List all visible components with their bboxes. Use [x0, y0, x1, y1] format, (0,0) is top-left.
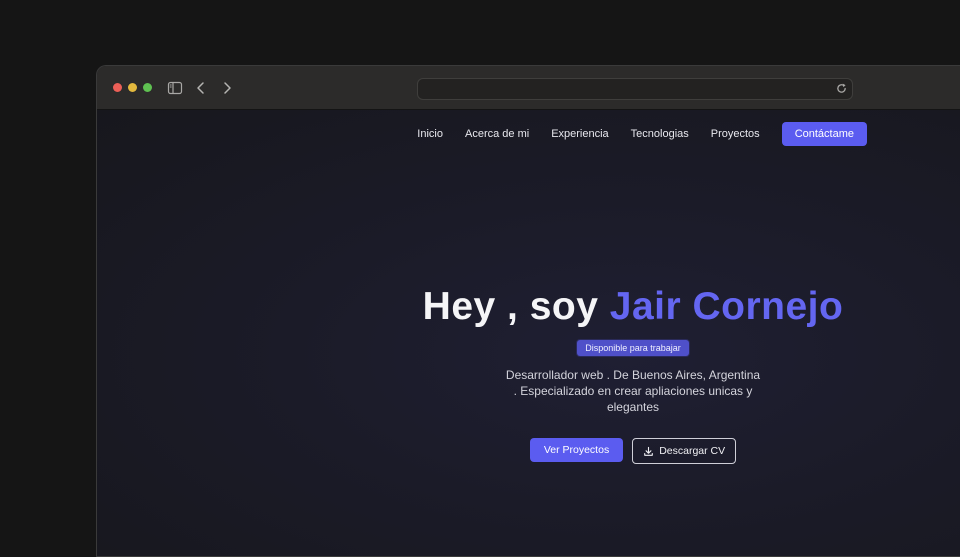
- browser-titlebar: [97, 66, 960, 110]
- download-icon: [644, 446, 654, 456]
- address-bar[interactable]: [417, 78, 853, 100]
- nav-link-experiencia[interactable]: Experiencia: [551, 128, 608, 140]
- hero-title-name: Jair Cornejo: [609, 285, 844, 328]
- hero-title-prefix: Hey , soy: [422, 285, 610, 328]
- browser-window: Inicio Acerca de mi Experiencia Tecnolog…: [96, 65, 960, 557]
- back-arrow-icon[interactable]: [193, 80, 209, 96]
- minimize-window-button[interactable]: [128, 83, 137, 92]
- download-cv-button[interactable]: Descargar CV: [632, 438, 737, 464]
- top-navigation: Inicio Acerca de mi Experiencia Tecnolog…: [395, 122, 867, 146]
- nav-link-inicio[interactable]: Inicio: [417, 128, 443, 140]
- page-content: Inicio Acerca de mi Experiencia Tecnolog…: [97, 110, 960, 556]
- view-projects-button[interactable]: Ver Proyectos: [529, 438, 624, 462]
- hero-description: Desarrollador web . De Buenos Aires, Arg…: [505, 368, 761, 414]
- forward-arrow-icon[interactable]: [219, 80, 235, 96]
- hero-actions: Ver Proyectos Descargar CV: [413, 438, 853, 464]
- hero-section: Hey , soy Jair Cornejo Disponible para t…: [413, 285, 853, 464]
- nav-link-proyectos[interactable]: Proyectos: [711, 128, 760, 140]
- contact-button[interactable]: Contáctame: [781, 122, 867, 146]
- nav-link-tecnologias[interactable]: Tecnologias: [631, 128, 689, 140]
- hero-title: Hey , soy Jair Cornejo: [413, 285, 853, 329]
- reload-icon[interactable]: [835, 82, 848, 95]
- close-window-button[interactable]: [113, 83, 122, 92]
- download-cv-label: Descargar CV: [659, 445, 726, 457]
- availability-badge: Disponible para trabajar: [577, 340, 689, 356]
- nav-link-acerca[interactable]: Acerca de mi: [465, 128, 529, 140]
- maximize-window-button[interactable]: [143, 83, 152, 92]
- sidebar-icon[interactable]: [167, 80, 183, 96]
